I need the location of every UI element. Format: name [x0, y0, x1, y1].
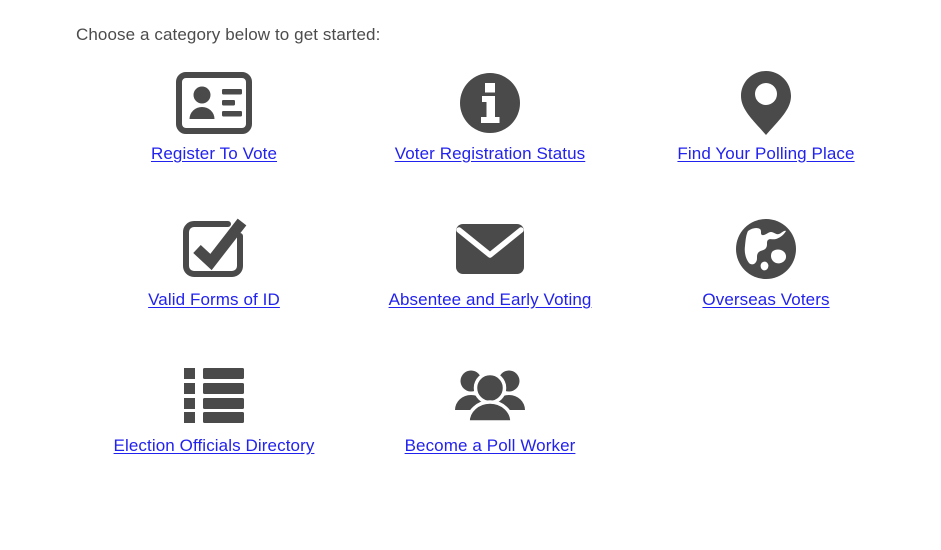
category-label: Valid Forms of ID: [148, 290, 280, 309]
category-link-election-officials-directory[interactable]: Election Officials Directory: [76, 354, 352, 500]
category-link-register-to-vote[interactable]: Register To Vote: [76, 62, 352, 208]
people-group-icon: [452, 354, 528, 436]
category-grid: Register To Vote Voter Registration Stat…: [76, 62, 906, 500]
category-label: Absentee and Early Voting: [388, 290, 592, 309]
category-label: Overseas Voters: [702, 290, 830, 309]
category-link-become-a-poll-worker[interactable]: Become a Poll Worker: [352, 354, 628, 500]
list-icon: [183, 354, 245, 436]
category-label: Voter Registration Status: [394, 144, 586, 163]
id-card-icon: [176, 62, 252, 144]
category-link-voter-registration-status[interactable]: Voter Registration Status: [352, 62, 628, 208]
checkbox-check-icon: [180, 208, 248, 290]
map-pin-icon: [740, 62, 792, 144]
category-label: Election Officials Directory: [113, 436, 315, 455]
info-circle-icon: [459, 62, 521, 144]
category-label: Find Your Polling Place: [677, 144, 855, 163]
category-label: Register To Vote: [150, 144, 278, 163]
category-label: Become a Poll Worker: [404, 436, 576, 455]
category-link-absentee-and-early-voting[interactable]: Absentee and Early Voting: [352, 208, 628, 354]
page-title: Choose a category below to get started:: [76, 25, 381, 44]
category-link-valid-forms-of-id[interactable]: Valid Forms of ID: [76, 208, 352, 354]
category-link-find-your-polling-place[interactable]: Find Your Polling Place: [628, 62, 904, 208]
category-chooser-page: Choose a category below to get started: …: [0, 0, 941, 550]
globe-icon: [735, 208, 797, 290]
category-link-overseas-voters[interactable]: Overseas Voters: [628, 208, 904, 354]
envelope-icon: [455, 208, 525, 290]
